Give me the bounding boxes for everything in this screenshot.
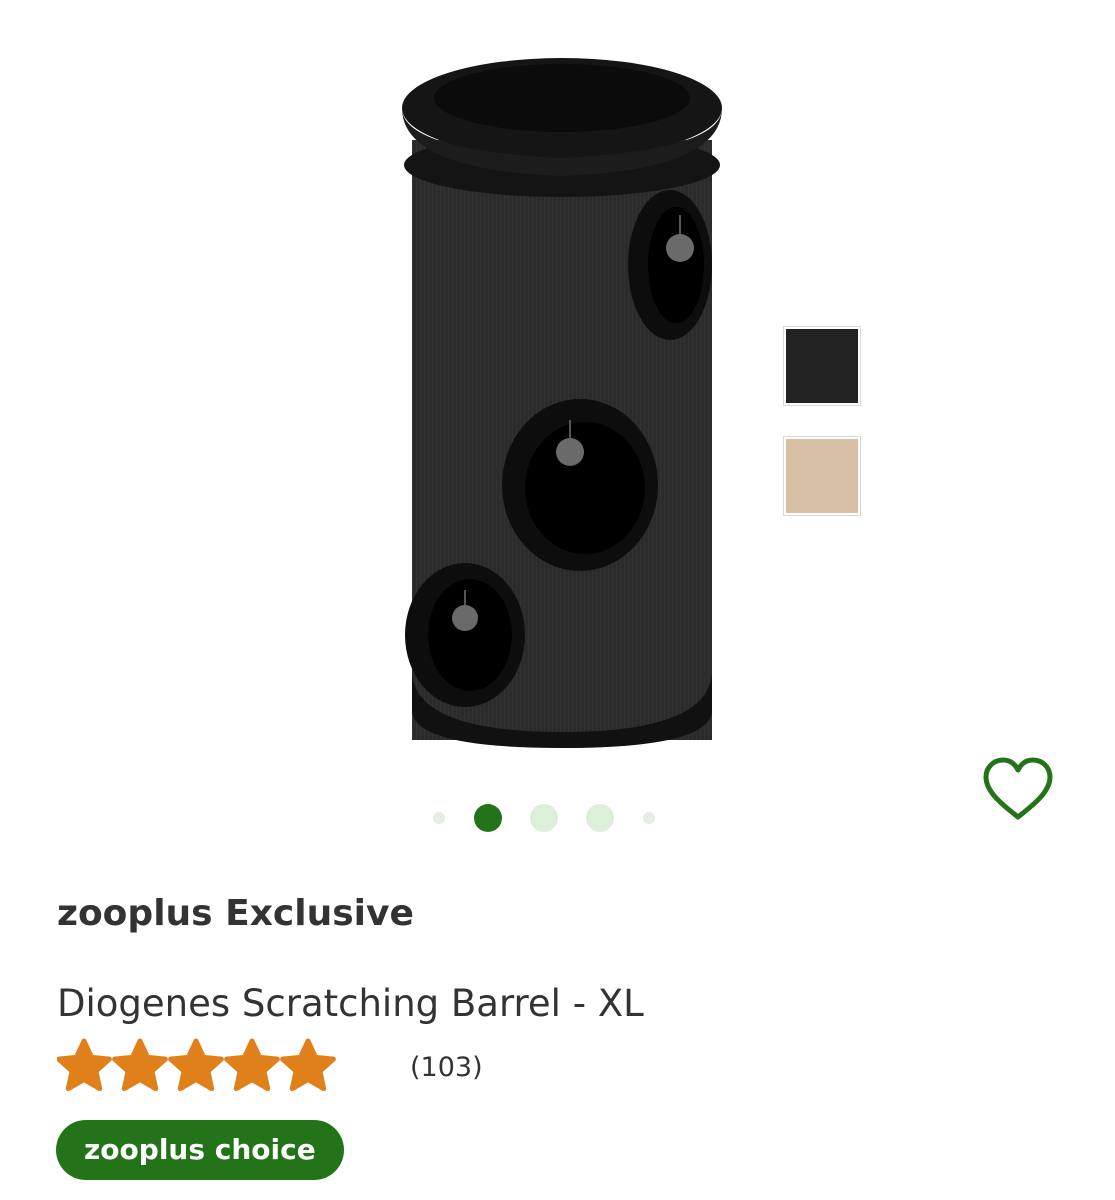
gallery-dot-3[interactable] <box>530 804 558 832</box>
color-swatch-black-fill <box>786 329 858 403</box>
color-swatch-beige-fill <box>786 439 858 513</box>
gallery-dot-4[interactable] <box>586 804 614 832</box>
rating-stars[interactable] <box>57 1036 337 1096</box>
zooplus-choice-badge: zooplus choice <box>56 1120 344 1180</box>
star-icon <box>57 1038 112 1092</box>
star-icon <box>168 1038 224 1092</box>
product-brand[interactable]: zooplus Exclusive <box>57 893 414 934</box>
product-gallery <box>0 0 1115 860</box>
gallery-dot-5[interactable] <box>643 812 655 824</box>
review-count-link[interactable]: (103) <box>410 1052 483 1083</box>
color-swatch-black[interactable] <box>783 326 861 406</box>
star-icon <box>112 1038 168 1092</box>
color-swatch-beige[interactable] <box>783 436 861 516</box>
star-icon <box>224 1038 280 1092</box>
gallery-dot-1[interactable] <box>433 812 445 824</box>
star-icon <box>280 1038 336 1092</box>
gallery-dot-2[interactable] <box>474 804 502 832</box>
gallery-pagination <box>0 802 1115 832</box>
product-title: Diogenes Scratching Barrel - XL <box>57 982 644 1025</box>
